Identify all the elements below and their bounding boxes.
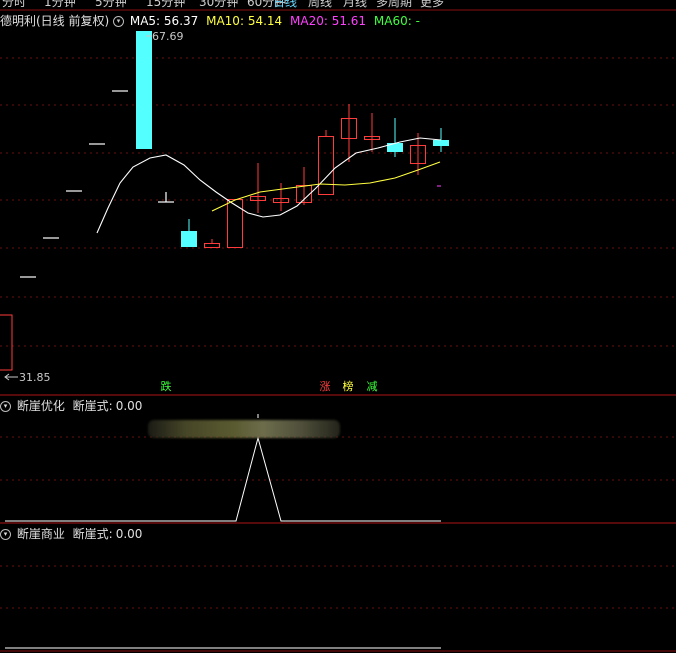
ma5-label: MA5: xyxy=(129,14,161,28)
dropdown-circle-icon[interactable]: ▾ xyxy=(0,529,11,540)
ma5-value: 56.37 xyxy=(163,14,199,28)
ma10-line xyxy=(211,161,441,212)
sub2-series-value: 0.00 xyxy=(115,527,143,541)
marker-rise[interactable]: 涨 xyxy=(318,380,332,393)
main-grid xyxy=(0,57,676,347)
ma5-line xyxy=(96,137,442,234)
marker-fall[interactable]: 跌 xyxy=(159,380,173,393)
sub2-series-label: 断崖式: xyxy=(72,527,113,541)
blurred-watermark xyxy=(148,420,340,438)
dropdown-circle-icon[interactable]: ▾ xyxy=(0,401,11,412)
sub1-header: ▾ 断崖优化 断崖式: 0.00 xyxy=(0,397,142,414)
candle xyxy=(136,31,152,149)
sub2-header: ▾ 断崖商业 断崖式: 0.00 xyxy=(0,525,142,542)
main-chart-header: 德明利(日线 前复权) ▾ MA5: 56.37 MA10: 54.14 MA2… xyxy=(0,12,424,29)
candle xyxy=(204,243,220,248)
sub1-grid xyxy=(0,436,676,481)
ma60-label: MA60: xyxy=(373,14,412,28)
marker-reduce[interactable]: 减 xyxy=(365,380,379,393)
stock-title[interactable]: 德明利(日线 前复权) xyxy=(0,14,109,28)
high-price-label: 67.69 xyxy=(152,30,184,43)
sub1-series-label: 断崖式: xyxy=(72,399,113,413)
candle xyxy=(433,140,449,146)
ma20-label: MA20: xyxy=(290,14,328,28)
sub2-grid xyxy=(0,565,676,609)
ma60-value: - xyxy=(415,14,420,28)
candle xyxy=(181,231,197,247)
chart-canvas[interactable] xyxy=(0,0,676,653)
sub2-title[interactable]: 断崖商业 xyxy=(17,527,65,541)
sub1-series-value: 0.00 xyxy=(115,399,143,413)
candle xyxy=(318,136,334,195)
candles xyxy=(181,104,449,248)
sub1-title[interactable]: 断崖优化 xyxy=(17,399,65,413)
marker-list[interactable]: 榜 xyxy=(341,380,355,393)
candle xyxy=(227,199,243,248)
ma20-value: 51.61 xyxy=(331,14,367,28)
candle xyxy=(0,314,13,371)
low-price-label: 31.85 xyxy=(19,371,51,384)
ma10-value: 54.14 xyxy=(247,14,283,28)
dropdown-circle-icon[interactable]: ▾ xyxy=(113,16,125,27)
ma10-label: MA10: xyxy=(206,14,244,28)
